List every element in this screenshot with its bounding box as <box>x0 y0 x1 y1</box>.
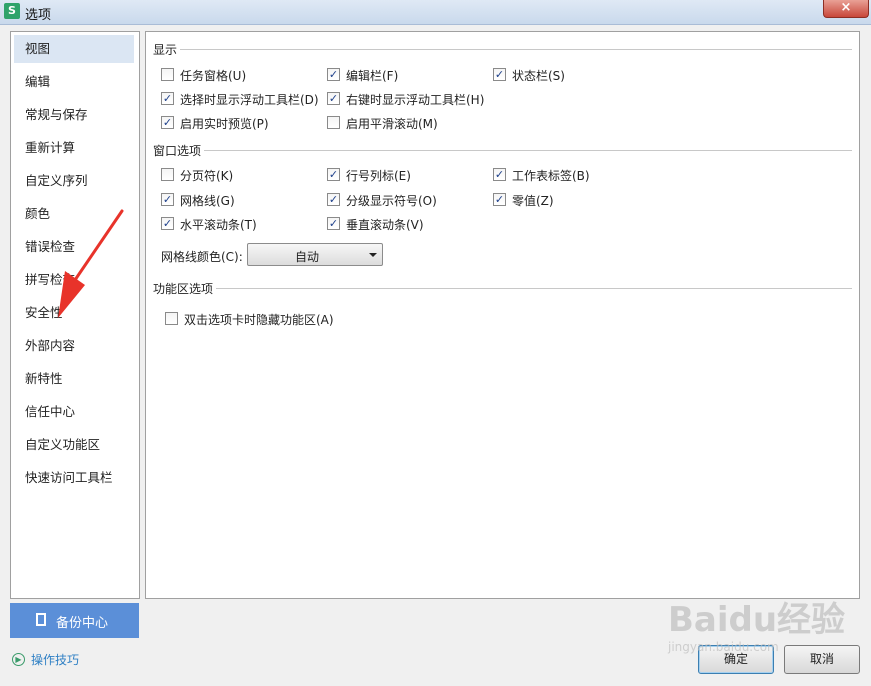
play-circle-icon: ▶ <box>12 653 25 666</box>
backup-center-label: 备份中心 <box>56 616 109 631</box>
checkbox-checked[interactable]: ✓ <box>327 193 340 206</box>
checkbox-checked[interactable]: ✓ <box>493 68 506 81</box>
checkbox-checked[interactable]: ✓ <box>327 217 340 230</box>
checkbox-unchecked[interactable] <box>161 68 174 81</box>
sidebar-nav: 视图 编辑 常规与保存 重新计算 自定义序列 颜色 错误检查 拼写检查 安全性 … <box>10 31 140 599</box>
sidebar-item-customize-ribbon[interactable]: 自定义功能区 <box>14 431 134 459</box>
option-label: 网格线(G) <box>180 194 235 208</box>
option-label: 状态栏(S) <box>512 69 565 83</box>
option-label: 任务窗格(U) <box>180 69 247 83</box>
checkbox-checked[interactable]: ✓ <box>327 68 340 81</box>
checkbox-checked[interactable]: ✓ <box>161 193 174 206</box>
cancel-button[interactable]: 取消 <box>784 645 860 674</box>
window-options-section-title: 窗口选项 <box>153 144 202 158</box>
option-label: 工作表标签(B) <box>512 169 590 183</box>
sidebar-item-error-check[interactable]: 错误检查 <box>14 233 134 261</box>
sidebar-item-external-content[interactable]: 外部内容 <box>14 332 134 360</box>
backup-icon <box>36 613 46 626</box>
close-window-button[interactable]: × <box>823 0 869 18</box>
sidebar-item-general-save[interactable]: 常规与保存 <box>14 101 134 129</box>
option-label: 双击选项卡时隐藏功能区(A) <box>184 313 334 327</box>
option-label: 启用平滑滚动(M) <box>346 117 438 131</box>
option-label: 水平滚动条(T) <box>180 218 257 232</box>
gridline-color-select[interactable]: 自动 <box>247 243 383 266</box>
gridline-color-label: 网格线颜色(C): <box>161 250 243 264</box>
sidebar-item-colors[interactable]: 颜色 <box>14 200 134 228</box>
option-label: 行号列标(E) <box>346 169 411 183</box>
sidebar-item-trust-center[interactable]: 信任中心 <box>14 398 134 426</box>
ok-button[interactable]: 确定 <box>698 645 774 674</box>
checkbox-checked[interactable]: ✓ <box>493 193 506 206</box>
section-divider <box>216 288 852 289</box>
checkbox-checked[interactable]: ✓ <box>327 92 340 105</box>
chevron-down-icon <box>369 253 377 257</box>
display-section-title: 显示 <box>153 43 178 57</box>
checkbox-checked[interactable]: ✓ <box>161 92 174 105</box>
app-logo-icon: S <box>4 3 20 19</box>
checkbox-checked[interactable]: ✓ <box>327 168 340 181</box>
sidebar-item-new-features[interactable]: 新特性 <box>14 365 134 393</box>
option-label: 选择时显示浮动工具栏(D) <box>180 93 319 107</box>
window-title: 选项 <box>25 8 52 23</box>
option-label: 右键时显示浮动工具栏(H) <box>346 93 485 107</box>
checkbox-unchecked[interactable] <box>165 312 178 325</box>
checkbox-checked[interactable]: ✓ <box>161 116 174 129</box>
option-label: 启用实时预览(P) <box>180 117 269 131</box>
section-divider <box>180 49 852 50</box>
tips-label: 操作技巧 <box>31 653 80 667</box>
option-label: 编辑栏(F) <box>346 69 399 83</box>
options-panel: 显示 任务窗格(U) ✓ 编辑栏(F) ✓ 状态栏(S) ✓ 选择时显示浮动工具… <box>145 31 860 599</box>
gridline-color-value: 自动 <box>294 250 319 264</box>
sidebar-item-security[interactable]: 安全性 <box>14 299 134 327</box>
sidebar-item-spell-check[interactable]: 拼写检查 <box>14 266 134 294</box>
sidebar-item-custom-lists[interactable]: 自定义序列 <box>14 167 134 195</box>
sidebar-item-view[interactable]: 视图 <box>14 35 134 63</box>
option-label: 零值(Z) <box>512 194 554 208</box>
checkbox-checked[interactable]: ✓ <box>493 168 506 181</box>
ribbon-section-title: 功能区选项 <box>153 282 214 296</box>
checkbox-unchecked[interactable] <box>161 168 174 181</box>
sidebar-item-recalculate[interactable]: 重新计算 <box>14 134 134 162</box>
checkbox-checked[interactable]: ✓ <box>161 217 174 230</box>
option-label: 垂直滚动条(V) <box>346 218 424 232</box>
option-label: 分页符(K) <box>180 169 234 183</box>
sidebar-item-edit[interactable]: 编辑 <box>14 68 134 96</box>
sidebar-item-quick-access-toolbar[interactable]: 快速访问工具栏 <box>14 464 134 492</box>
title-bar: S 选项 × <box>0 0 871 25</box>
backup-center-button[interactable]: 备份中心 <box>10 603 139 638</box>
option-label: 分级显示符号(O) <box>346 194 437 208</box>
checkbox-unchecked[interactable] <box>327 116 340 129</box>
section-divider <box>204 150 852 151</box>
